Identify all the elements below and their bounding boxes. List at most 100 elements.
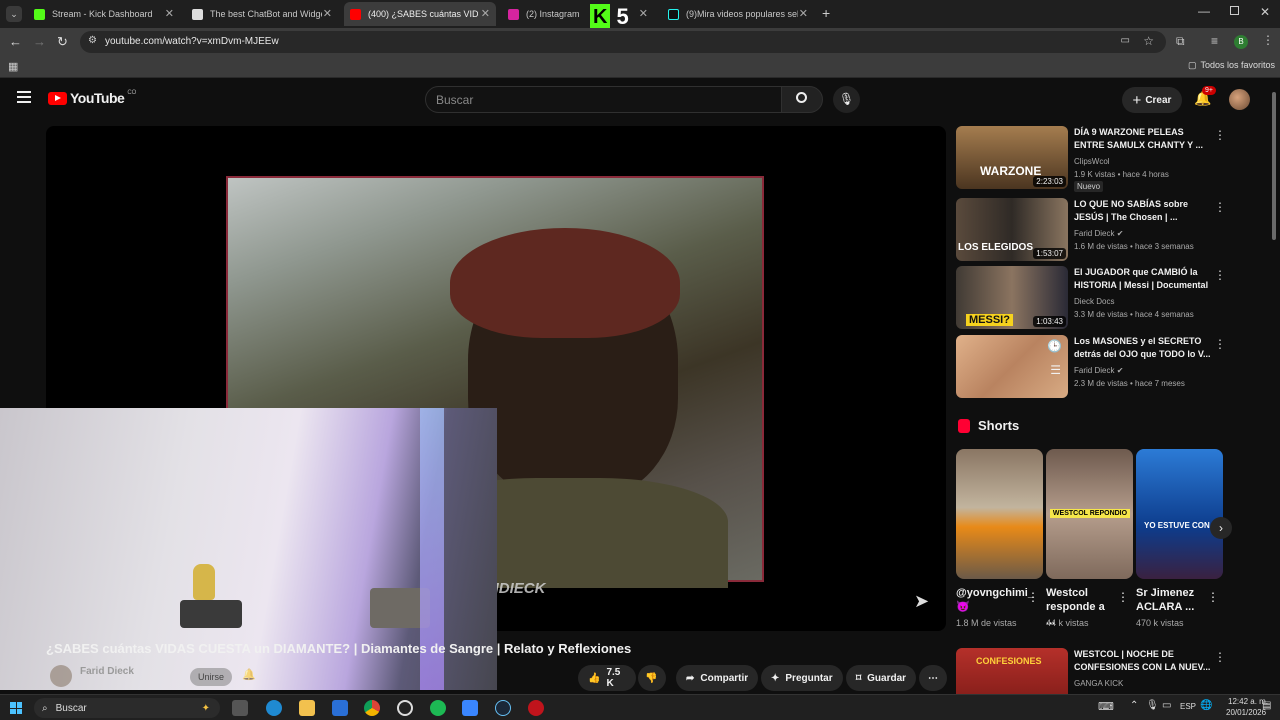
more-options-icon[interactable]: ⋮ — [1207, 590, 1219, 604]
address-bar[interactable]: ⚙ youtube.com/watch?v=xmDvm-MJEEw ▭ ☆ — [80, 31, 1166, 53]
minimize-button[interactable]: — — [1198, 4, 1210, 18]
microphone-tray-icon[interactable]: 🎙 — [1146, 700, 1159, 711]
channel-name[interactable]: Farid Dieck ✔ — [1074, 366, 1123, 375]
avatar[interactable] — [1229, 89, 1250, 110]
more-actions-button[interactable]: ⋯ — [919, 665, 947, 691]
windows-start-icon[interactable] — [10, 702, 22, 714]
channel-name[interactable]: Dieck Docs — [1074, 297, 1114, 306]
obs-icon[interactable] — [397, 700, 413, 716]
channel-name[interactable]: Farid Dieck — [80, 666, 134, 677]
spotify-icon[interactable] — [430, 700, 446, 716]
close-tab-icon[interactable]: ✕ — [639, 7, 648, 20]
edge-icon[interactable] — [266, 700, 282, 716]
share-arrow-icon[interactable]: ➤ — [914, 591, 929, 612]
channel-name[interactable]: Farid Dieck ✔ — [1074, 229, 1123, 238]
create-button[interactable]: + Crear — [1122, 87, 1182, 113]
chrome-icon[interactable] — [364, 700, 380, 716]
channel-name[interactable]: ClipsWcol — [1074, 157, 1110, 166]
close-tab-icon[interactable]: ✕ — [799, 7, 808, 20]
network-icon[interactable]: ▭ — [1162, 700, 1171, 711]
steam-icon[interactable] — [495, 700, 511, 716]
store-icon[interactable] — [462, 700, 478, 716]
reload-icon[interactable]: ↻ — [57, 34, 68, 50]
tab-search-icon[interactable]: ⌄ — [6, 6, 22, 22]
more-options-icon[interactable]: ⋮ — [1027, 590, 1039, 604]
more-horizontal-icon: ⋯ — [928, 672, 938, 684]
search-button[interactable] — [781, 86, 823, 113]
shorts-next-button[interactable]: › — [1210, 517, 1232, 539]
tray-chevron-icon[interactable]: ⌃ — [1130, 700, 1138, 711]
more-options-icon[interactable]: ⋮ — [1214, 128, 1226, 142]
tab-kick-dashboard[interactable]: Stream - Kick Dashboard ✕ — [28, 2, 180, 26]
restore-button[interactable] — [1230, 6, 1239, 15]
youtube-logo[interactable]: YouTube CO — [48, 90, 136, 106]
reading-list-icon[interactable]: ≡ — [1211, 34, 1218, 48]
like-button[interactable]: 👍 7.5 K — [578, 665, 636, 691]
dislike-button[interactable]: 👎 — [638, 665, 666, 691]
keyboard-icon[interactable]: ⌨ — [1098, 700, 1114, 713]
recommendation-item[interactable]: 🕒 ☰ Los MASONES y el SECRETO detrás del … — [956, 335, 1271, 399]
duration-badge: 1:03:43 — [1033, 316, 1066, 327]
search-input[interactable]: Buscar — [425, 86, 782, 113]
app-red-icon[interactable] — [528, 700, 544, 716]
video-thumbnail[interactable]: 🕒 ☰ — [956, 335, 1068, 398]
tab-youtube-video[interactable]: (400) ¿SABES cuántas VIDAS CU ✕ — [344, 2, 496, 26]
close-window-button[interactable]: ✕ — [1260, 5, 1270, 19]
hamburger-menu-icon[interactable] — [17, 91, 31, 103]
short-thumbnail[interactable] — [956, 449, 1043, 579]
tab-tiktok[interactable]: (9)Mira videos populares selec ✕ — [662, 2, 814, 26]
cast-icon[interactable]: ▭ — [1121, 35, 1130, 46]
language-indicator[interactable]: ESP — [1180, 702, 1196, 711]
forward-icon[interactable]: → — [33, 34, 46, 49]
close-tab-icon[interactable]: ✕ — [165, 7, 174, 20]
recommendation-item[interactable]: CONFESIONES WESTCOL | NOCHE DE CONFESION… — [956, 648, 1271, 694]
page-scrollbar[interactable] — [1272, 92, 1276, 240]
site-info-icon[interactable]: ⚙ — [88, 35, 97, 46]
short-thumbnail[interactable]: WESTCOL REPONDIO — [1046, 449, 1133, 579]
short-thumbnail[interactable]: YO ESTUVE CON — [1136, 449, 1223, 579]
more-options-icon[interactable]: ⋮ — [1214, 650, 1226, 664]
bookmark-star-icon[interactable]: ☆ — [1143, 34, 1154, 48]
voice-search-button[interactable]: 🎙 — [833, 86, 860, 113]
new-tab-button[interactable]: + — [822, 5, 830, 21]
recommendation-item[interactable]: MESSI? 1:03:43 El JUGADOR que CAMBIÓ la … — [956, 266, 1271, 330]
more-options-icon[interactable]: ⋮ — [1214, 268, 1226, 282]
file-explorer-icon[interactable] — [299, 700, 315, 716]
microphone-icon: 🎙 — [838, 92, 855, 106]
channel-avatar[interactable] — [50, 665, 72, 687]
short-title[interactable]: @yovngchimi_ 😈 — [956, 586, 1034, 614]
recommendation-item[interactable]: WARZONE 2:23:03 DÍA 9 WARZONE PELEAS ENT… — [956, 126, 1271, 192]
channel-name[interactable]: GANGA KICK — [1074, 679, 1123, 688]
short-title[interactable]: Sr Jimenez ACLARA ... — [1136, 586, 1206, 614]
join-button[interactable]: Unirse — [190, 668, 233, 686]
more-options-icon[interactable]: ⋮ — [1214, 200, 1226, 214]
network-tray-icon[interactable]: 🌐 — [1200, 700, 1212, 711]
back-icon[interactable]: ← — [9, 34, 22, 49]
menu-kebab-icon[interactable]: ⋮ — [1262, 33, 1274, 47]
apps-grid-icon[interactable]: ▦ — [8, 60, 18, 73]
more-options-icon[interactable]: ⋮ — [1214, 337, 1226, 351]
extensions-icon[interactable]: ⧉ — [1176, 34, 1185, 49]
save-button[interactable]: ⌑ Guardar — [846, 665, 917, 691]
video-thumbnail[interactable]: CONFESIONES — [956, 648, 1068, 694]
ask-button[interactable]: ✦ Preguntar — [761, 665, 843, 691]
subscribe-bell-icon[interactable]: 🔔 — [242, 668, 256, 681]
close-tab-icon[interactable]: ✕ — [323, 7, 332, 20]
add-to-queue-icon[interactable]: ☰ — [1050, 363, 1061, 377]
notification-center-icon[interactable]: ▤ — [1262, 700, 1271, 711]
all-bookmarks-button[interactable]: ▢ Todos los favoritos — [1188, 60, 1275, 71]
recommendation-item[interactable]: LOS ELEGIDOS 1:53:07 LO QUE NO SABÍAS so… — [956, 198, 1271, 262]
taskbar-search[interactable]: ⌕ Buscar ✦ — [34, 698, 220, 718]
watch-later-icon[interactable]: 🕒 — [1047, 339, 1062, 353]
close-tab-icon[interactable]: ✕ — [481, 7, 490, 20]
task-view-icon[interactable] — [232, 700, 248, 716]
mail-icon[interactable] — [332, 700, 348, 716]
url-text: youtube.com/watch?v=xmDvm-MJEEw — [105, 36, 279, 47]
tab-chatbot[interactable]: The best ChatBot and Widgets ✕ — [186, 2, 338, 26]
share-button[interactable]: ➦ Compartir — [676, 665, 759, 691]
microphone-stand — [193, 564, 215, 600]
profile-icon[interactable]: B — [1234, 35, 1248, 49]
more-options-icon[interactable]: ⋮ — [1117, 590, 1129, 604]
notifications-button[interactable]: 🔔 9+ — [1194, 86, 1216, 107]
clock-date[interactable]: 20/01/2026 — [1226, 708, 1266, 717]
